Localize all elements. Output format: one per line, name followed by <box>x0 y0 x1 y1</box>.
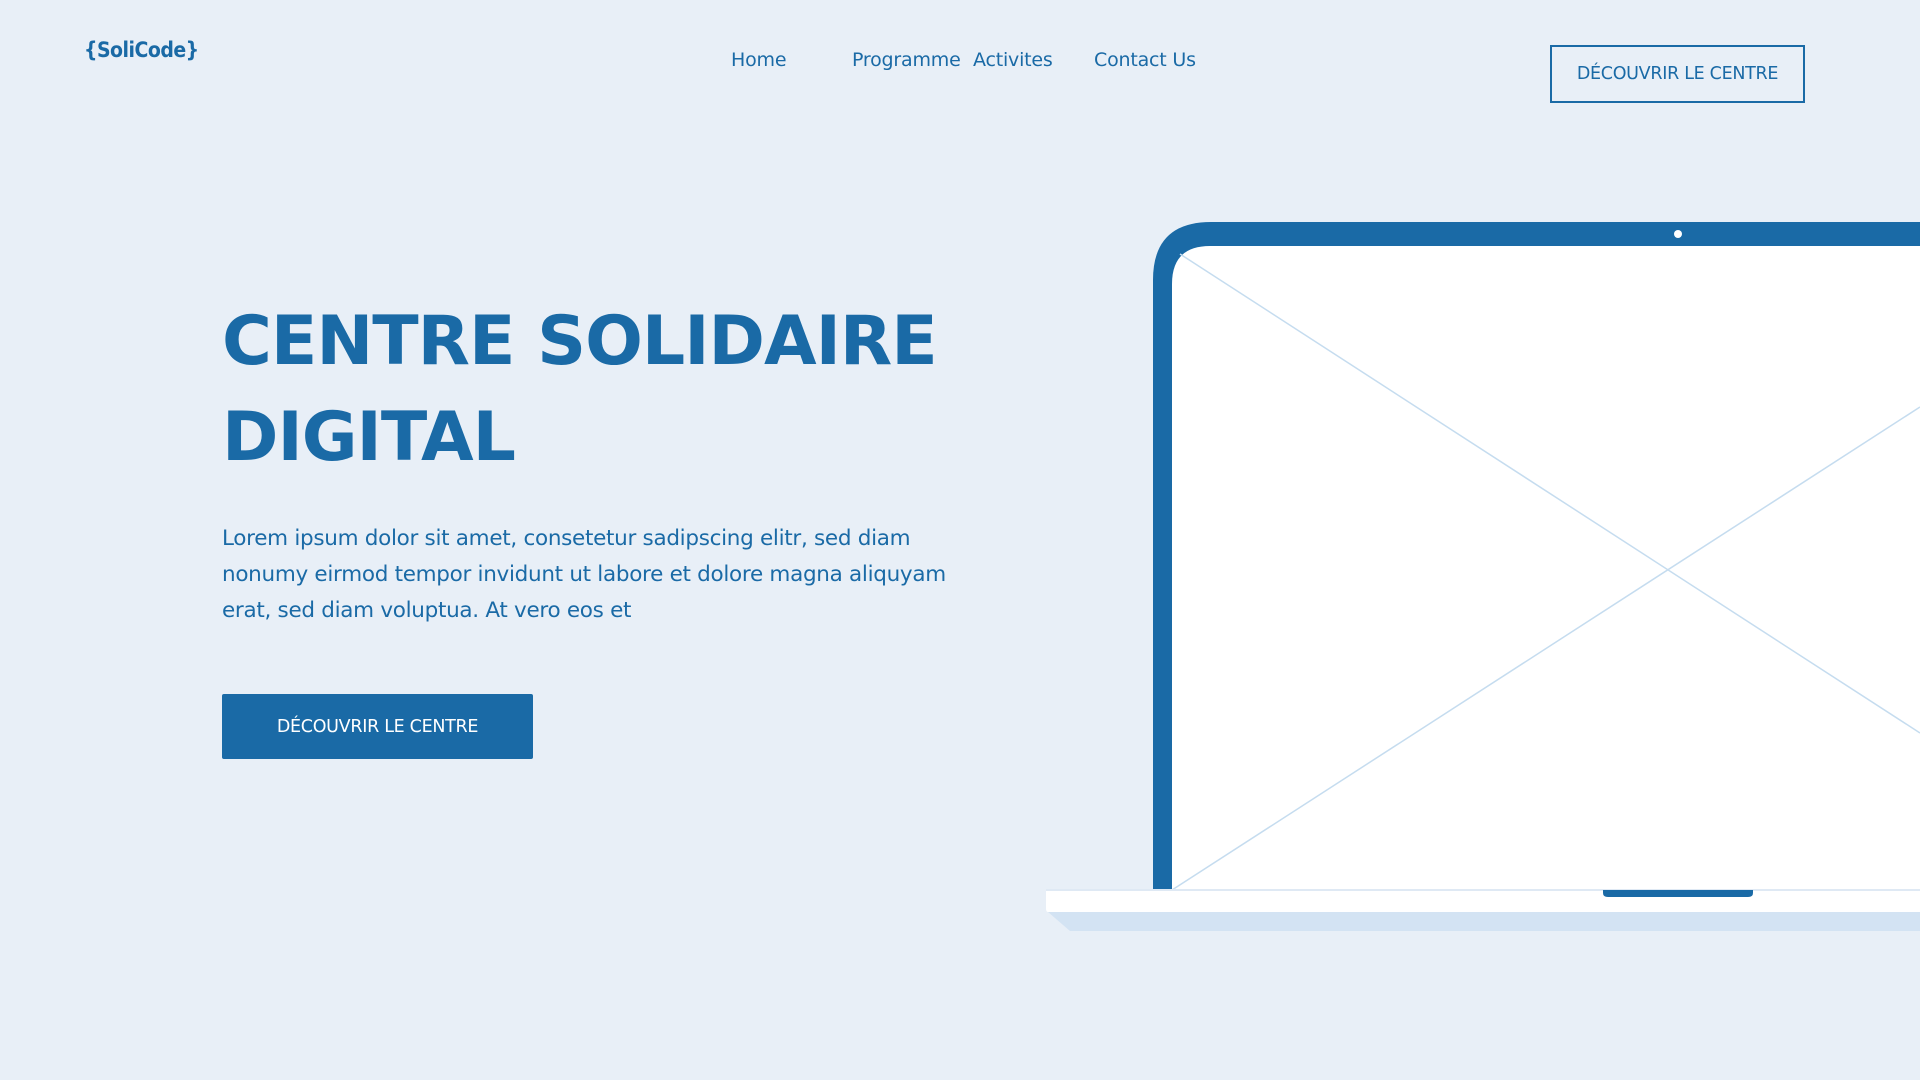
laptop-deck <box>1046 890 1920 912</box>
laptop-illustration <box>1040 200 1920 940</box>
camera-dot <box>1674 230 1682 238</box>
hero-title-line-1: CENTRE SOLIDAIRE <box>222 302 938 381</box>
nav-link-programme[interactable]: Programme <box>852 49 961 71</box>
laptop-svg <box>1046 222 1920 931</box>
hero-discover-button[interactable]: DÉCOUVRIR LE CENTRE <box>222 694 533 759</box>
hero-description: Lorem ipsum dolor sit amet, consetetur s… <box>222 526 946 623</box>
laptop-notch <box>1603 890 1753 897</box>
hero-title: CENTRE SOLIDAIRE DIGITAL <box>222 294 1002 486</box>
logo[interactable]: {SoliCode} <box>84 38 199 62</box>
header-discover-button[interactable]: DÉCOUVRIR LE CENTRE <box>1550 45 1805 103</box>
nav-link-activites[interactable]: Activites <box>973 49 1053 71</box>
nav-link-home[interactable]: Home <box>731 49 787 71</box>
nav-link-contact-us[interactable]: Contact Us <box>1094 49 1196 71</box>
page: {SoliCode} Home Programme Activites Cont… <box>0 0 1920 1080</box>
hero-title-line-2: DIGITAL <box>222 398 516 477</box>
laptop-base <box>1048 912 1920 931</box>
laptop-screen <box>1172 246 1920 890</box>
